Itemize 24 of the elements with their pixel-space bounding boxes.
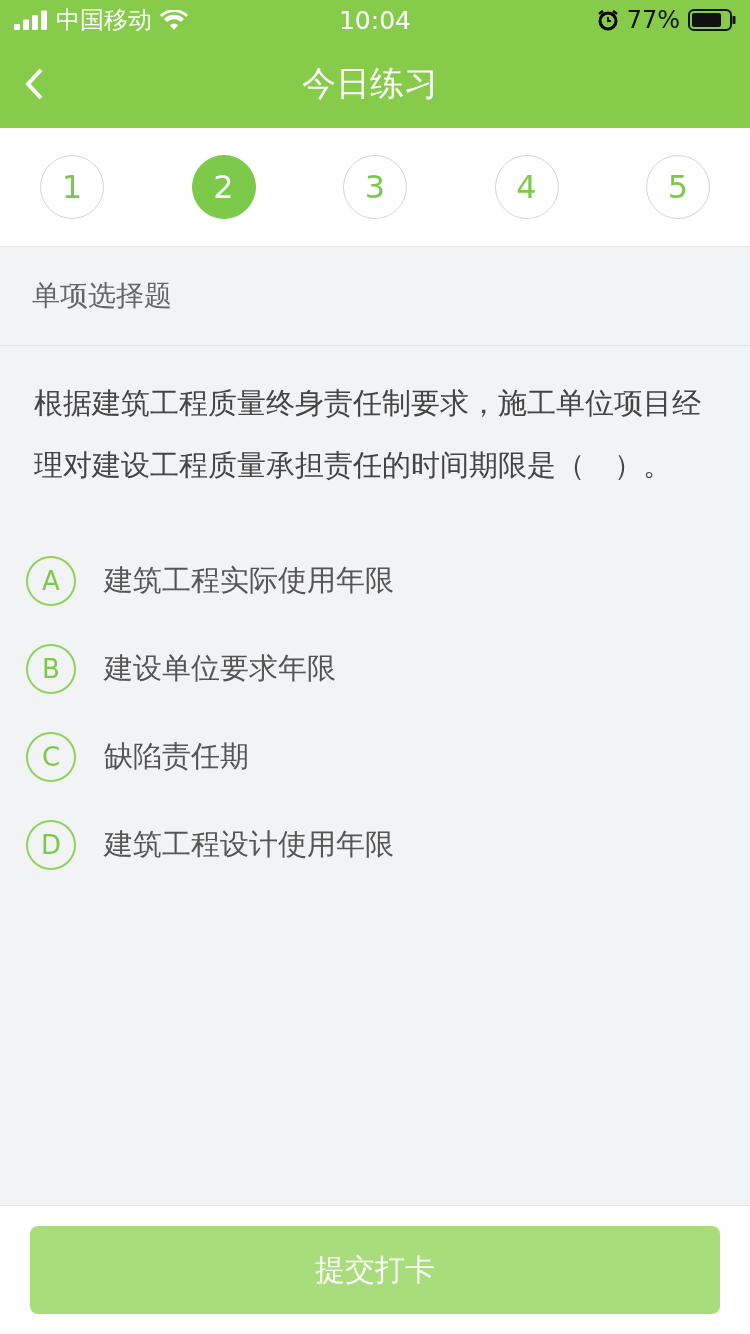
question-number-tab[interactable]: 2 bbox=[191, 155, 256, 219]
question-number-tab[interactable]: 5 bbox=[646, 155, 710, 219]
option-text[interactable]: 建筑工程实际使用年限 bbox=[104, 561, 394, 601]
option-letter[interactable]: B bbox=[26, 644, 76, 694]
option-text[interactable]: 建筑工程设计使用年限 bbox=[104, 825, 394, 865]
question-text: 根据建筑工程质量终身责任制要求，施工单位项目经理对建设工程质量承担责任的时间期限是（ ）。 bbox=[33, 385, 702, 484]
question-number-tab[interactable]: 1 bbox=[40, 155, 104, 219]
back-icon[interactable] bbox=[24, 68, 44, 100]
page-title: 今日练习 bbox=[301, 62, 439, 105]
option-letter[interactable]: C bbox=[26, 732, 76, 782]
option-text[interactable]: 缺陷责任期 bbox=[104, 737, 249, 777]
carrier-name: 中国移动 bbox=[56, 5, 152, 36]
battery-percent: 77% bbox=[626, 6, 680, 34]
question-number-tab[interactable]: 3 bbox=[343, 155, 407, 219]
clock-time: 10:04 bbox=[338, 5, 411, 35]
alarm-icon bbox=[596, 9, 619, 31]
wifi-icon bbox=[160, 10, 188, 30]
section-title: 单项选择题 bbox=[32, 278, 172, 314]
signal-icon bbox=[14, 10, 48, 30]
option-text[interactable]: 建设单位要求年限 bbox=[104, 649, 336, 689]
question-number-tab[interactable]: 4 bbox=[494, 155, 559, 219]
option-letter[interactable]: A bbox=[26, 556, 76, 606]
option-letter[interactable]: D bbox=[26, 820, 76, 870]
battery-icon bbox=[688, 9, 736, 31]
